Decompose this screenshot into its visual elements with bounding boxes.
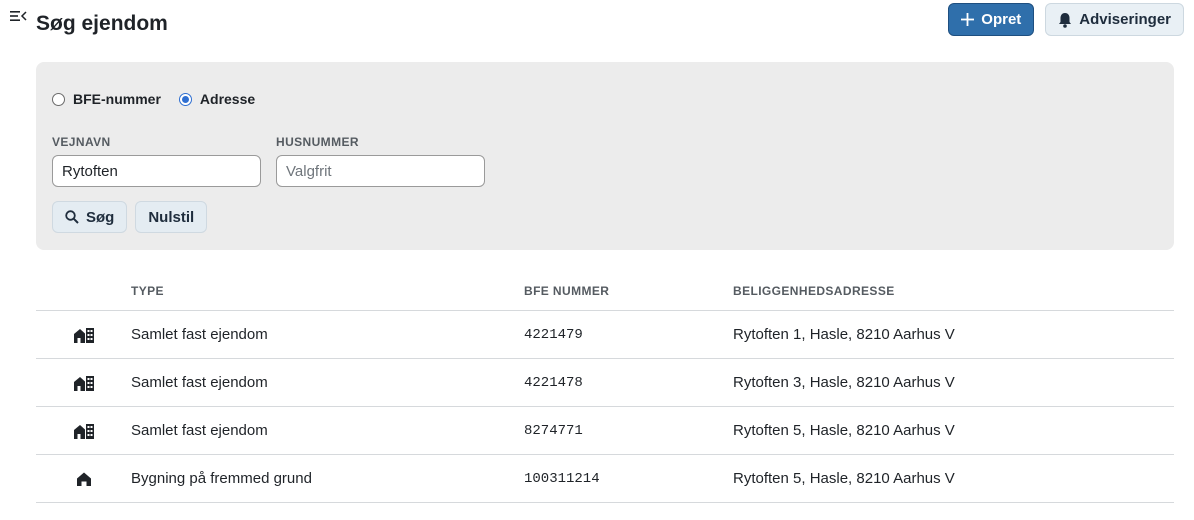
row-address: Rytoften 3, Hasle, 8210 Aarhus V [733,374,955,391]
plus-icon [961,13,975,26]
row-address: Rytoften 1, Hasle, 8210 Aarhus V [733,326,955,343]
radio-address-control[interactable] [178,92,192,106]
house-number-input[interactable] [276,155,485,187]
row-address: Rytoften 5, Hasle, 8210 Aarhus V [733,470,955,487]
row-type: Samlet fast ejendom [131,374,268,391]
table-row[interactable]: Bygning på fremmed grund 100311214 Rytof… [36,455,1174,503]
menu-collapse-button[interactable] [8,8,28,24]
table-row[interactable]: Samlet fast ejendom 4221478 Rytoften 3, … [36,359,1174,407]
row-bfe: 4221478 [524,374,583,391]
results-table: TYPE BFE NUMMER BELIGGENHEDSADRESSE Saml… [36,271,1174,503]
bell-icon [1059,12,1072,28]
radio-bfe-number[interactable]: BFE-nummer [52,91,161,107]
table-row[interactable]: Samlet fast ejendom 4221479 Rytoften 1, … [36,311,1174,359]
row-bfe: 8274771 [524,422,583,439]
row-bfe: 4221479 [524,326,583,343]
property-buildings-icon [36,423,131,439]
search-actions: Søg Nulstil [52,201,208,233]
radio-bfe-number-label: BFE-nummer [73,91,161,107]
reset-button[interactable]: Nulstil [135,201,208,233]
house-icon [36,471,131,487]
page-title: Søg ejendom [36,12,168,35]
table-row[interactable]: Samlet fast ejendom 8274771 Rytoften 5, … [36,407,1174,455]
radio-address-label: Adresse [199,91,256,107]
row-type: Samlet fast ejendom [131,422,268,439]
search-panel: BFE-nummer Adresse VEJNAVN HUSNUMMER Søg… [36,62,1174,250]
search-mode-group: BFE-nummer Adresse [52,91,255,107]
bfe-column-header: BFE NUMMER [524,283,610,298]
row-bfe: 100311214 [524,470,600,487]
notifications-button-label: Adviseringer [1079,11,1171,28]
house-number-label: HUSNUMMER [276,135,359,149]
row-address: Rytoften 5, Hasle, 8210 Aarhus V [733,422,955,439]
radio-bfe-number-control[interactable] [52,92,65,106]
search-button[interactable]: Søg [52,201,128,233]
search-icon [65,210,79,224]
create-button[interactable]: Opret [948,3,1035,36]
search-button-label: Søg [86,208,115,226]
property-buildings-icon [36,327,131,343]
street-input[interactable] [52,155,261,187]
menu-collapse-icon [9,11,27,21]
row-type: Samlet fast ejendom [131,326,268,343]
type-column-header: TYPE [131,283,164,298]
street-label: VEJNAVN [52,135,111,149]
row-type: Bygning på fremmed grund [131,470,312,487]
property-buildings-icon [36,375,131,391]
address-column-header: BELIGGENHEDSADRESSE [733,283,895,298]
create-button-label: Opret [981,11,1022,28]
radio-address[interactable]: Adresse [178,91,256,107]
reset-button-label: Nulstil [148,208,195,226]
results-header: TYPE BFE NUMMER BELIGGENHEDSADRESSE [36,271,1174,311]
header-actions: Opret Adviseringer [948,3,1184,36]
notifications-button[interactable]: Adviseringer [1045,3,1184,36]
